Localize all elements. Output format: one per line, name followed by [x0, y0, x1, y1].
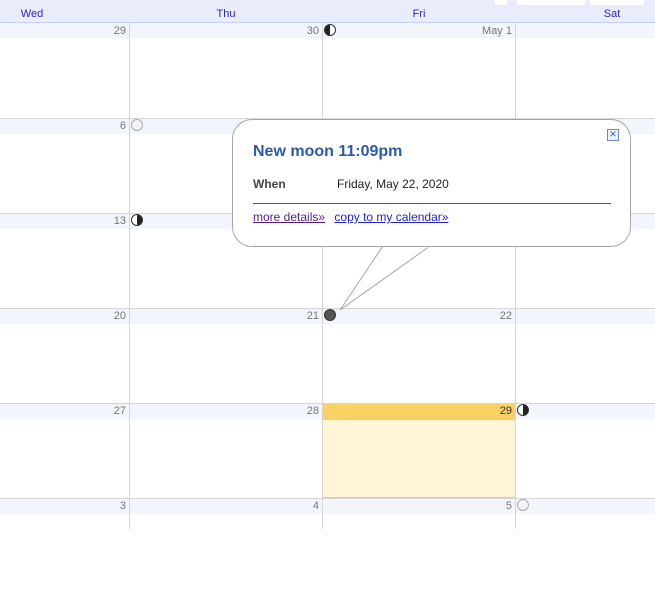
day-number[interactable]: 30 [130, 25, 319, 37]
close-icon[interactable]: ✕ [607, 129, 619, 141]
more-details-link[interactable]: more details» [253, 210, 325, 224]
week-row [0, 498, 655, 594]
day-number[interactable]: 28 [130, 405, 319, 417]
day-number[interactable]: 20 [0, 310, 126, 322]
day-number[interactable]: 13 [0, 215, 126, 227]
day-name-thu: Thu [216, 8, 236, 20]
day-number[interactable]: 29 [323, 405, 512, 417]
day-number[interactable]: May 1 [323, 25, 512, 37]
copy-to-calendar-link[interactable]: copy to my calendar» [334, 210, 448, 224]
first-quarter-icon[interactable] [517, 404, 529, 416]
day-number[interactable]: 6 [0, 120, 126, 132]
day-number[interactable]: 29 [0, 25, 126, 37]
popup-divider [253, 203, 611, 204]
full-moon-icon[interactable] [517, 499, 529, 511]
month-grid: 29 30 May 1 6 13 20 21 22 27 28 29 3 4 5 [0, 23, 655, 529]
column-divider [322, 23, 323, 529]
column-divider [515, 23, 516, 529]
full-moon-icon[interactable] [131, 119, 143, 131]
day-number[interactable]: 27 [0, 405, 126, 417]
popup-title: New moon 11:09pm [253, 143, 403, 160]
column-divider [129, 23, 130, 529]
day-number[interactable]: 5 [323, 500, 512, 512]
today-highlight-cell[interactable] [322, 419, 516, 498]
first-quarter-icon[interactable] [131, 214, 143, 226]
week-row [0, 23, 655, 118]
event-popup: ✕ New moon 11:09pm When Friday, May 22, … [232, 119, 631, 247]
day-number[interactable]: 22 [323, 310, 512, 322]
day-name-fri: Fri [412, 8, 426, 20]
day-number[interactable]: 3 [0, 500, 126, 512]
when-label: When [253, 177, 286, 191]
popup-links: more details» copy to my calendar» [253, 210, 448, 224]
when-value: Friday, May 22, 2020 [337, 177, 449, 191]
week-row [0, 308, 655, 404]
day-name-wed: Wed [20, 8, 44, 20]
day-number[interactable]: 4 [130, 500, 319, 512]
day-name-sat: Sat [603, 8, 621, 20]
day-header: Wed Thu Fri Sat [0, 5, 655, 23]
day-number[interactable]: 21 [130, 310, 319, 322]
